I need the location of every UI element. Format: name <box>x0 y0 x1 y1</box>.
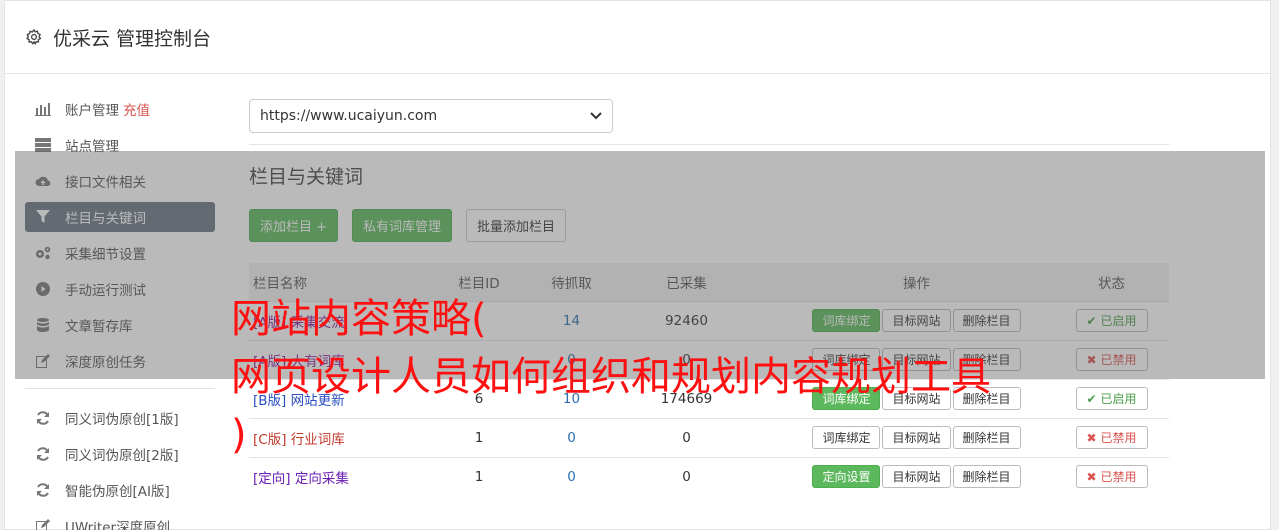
close-icon: ✖ <box>1086 469 1097 484</box>
site-select-value: https://www.ucaiyun.com <box>260 108 438 124</box>
recharge-link[interactable]: 充值 <box>123 99 150 119</box>
refresh-icon <box>35 482 51 498</box>
sidebar-item-label: 同义词伪原创[1版] <box>65 412 179 428</box>
overlay-caption: 网站内容策略( 网页设计人员如何组织和规划内容规划工具 ) <box>231 290 1231 464</box>
overlay-line: 网页设计人员如何组织和规划内容规划工具 <box>231 354 991 400</box>
bar-chart-icon <box>35 101 51 117</box>
gear-icon <box>26 28 42 46</box>
sidebar-item-synonym-v2[interactable]: 同义词伪原创[2版] <box>25 439 215 469</box>
status-toggle[interactable]: ✖ 已禁用 <box>1075 465 1148 489</box>
sidebar-divider <box>25 388 215 389</box>
sidebar-item-label: UWriter深度原创 <box>65 520 171 530</box>
refresh-icon <box>35 446 51 462</box>
sidebar-item-uwriter[interactable]: UWriter深度原创 <box>25 511 215 530</box>
overlay-line: 网站内容策略( <box>231 296 487 342</box>
sidebar-item-label: 同义词伪原创[2版] <box>65 448 179 464</box>
status-label: 已禁用 <box>1100 470 1137 485</box>
sidebar-item-label: 账户管理 <box>65 103 119 119</box>
divider <box>249 144 1169 145</box>
scrollbar[interactable] <box>1271 0 1279 530</box>
column-name-link[interactable]: 定向采集 <box>295 471 349 487</box>
chevron-down-icon <box>590 112 602 120</box>
refresh-icon <box>35 410 51 426</box>
sidebar-item-ai-original[interactable]: 智能伪原创[AI版] <box>25 475 215 505</box>
bind-lib-button[interactable]: 定向设置 <box>812 465 881 489</box>
site-select[interactable]: https://www.ucaiyun.com <box>249 99 613 133</box>
header: 优采云 管理控制台 <box>5 1 1270 74</box>
page-title: 优采云 管理控制台 <box>53 27 212 50</box>
delete-column-button[interactable]: 删除栏目 <box>952 465 1021 489</box>
overlay-line: ) <box>231 412 247 458</box>
target-site-button[interactable]: 目标网站 <box>882 465 951 489</box>
sidebar-item-synonym-v1[interactable]: 同义词伪原创[1版] <box>25 403 215 433</box>
sidebar-item-label: 智能伪原创[AI版] <box>65 484 170 500</box>
sidebar-item-account[interactable]: 账户管理 充值 <box>25 94 215 124</box>
edit-icon <box>35 518 51 530</box>
column-version-tag: [定向] <box>253 470 291 487</box>
